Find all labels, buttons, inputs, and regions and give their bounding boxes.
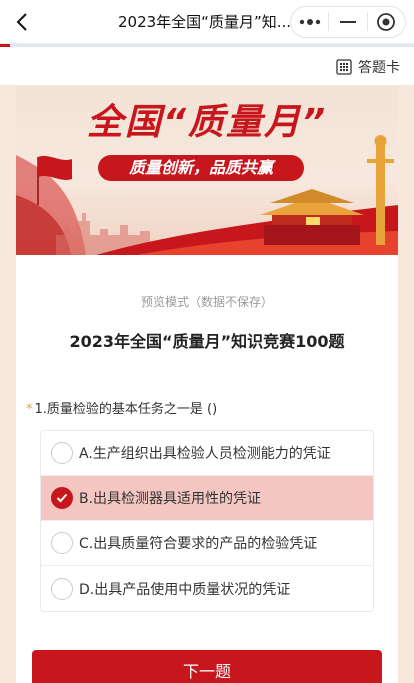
option-b[interactable]: B.出具检测器具适用性的凭证 [41, 476, 373, 521]
minimize-icon [340, 21, 356, 23]
more-dots-icon [299, 19, 320, 25]
radio-unchecked-icon[interactable] [51, 442, 73, 464]
close-button[interactable] [368, 7, 405, 37]
banner-slogan: 质量创新，品质共赢 [98, 155, 304, 181]
minimize-button[interactable] [329, 7, 366, 37]
options-list: A.生产组织出具检验人员检测能力的凭证 B.出具检测器具适用性的凭证 C.出具质… [40, 430, 374, 612]
option-label: C.出具质量符合要求的产品的检验凭证 [79, 536, 318, 552]
radio-checked-icon[interactable] [51, 487, 73, 509]
question-text: * 1.质量检验的基本任务之一是 () [26, 398, 386, 417]
radio-unchecked-icon[interactable] [51, 532, 73, 554]
grid-icon [336, 59, 352, 75]
tiananmen-illustration [260, 189, 364, 245]
option-d[interactable]: D.出具产品使用中质量状况的凭证 [41, 566, 373, 611]
question-label: 1.质量检验的基本任务之一是 () [34, 402, 218, 417]
mini-program-capsule [290, 6, 406, 38]
chevron-left-icon [16, 13, 27, 31]
quality-month-banner: 全国“质量月” 质量创新，品质共赢 [16, 85, 398, 255]
checkmark-icon [56, 493, 68, 503]
option-label: A.生产组织出具检验人员检测能力的凭证 [79, 446, 331, 462]
answer-card-label: 答题卡 [358, 60, 400, 76]
more-button[interactable] [291, 7, 328, 37]
answer-card-bar: 答题卡 [0, 47, 414, 85]
page-title: 2023年全国“质量月”知... [118, 13, 292, 31]
quiz-card: 全国“质量月” 质量创新，品质共赢 预览模式（数据不保存） 2023年全国“质量… [16, 85, 398, 683]
option-label: B.出具检测器具适用性的凭证 [79, 491, 262, 507]
back-button[interactable] [8, 8, 36, 36]
radio-unchecked-icon[interactable] [51, 577, 73, 600]
quiz-title: 2023年全国“质量月”知识竞赛100题 [69, 332, 345, 351]
answer-card-button[interactable]: 答题卡 [336, 57, 400, 77]
option-c[interactable]: C.出具质量符合要求的产品的检验凭证 [41, 521, 373, 566]
preview-mode-note: 预览模式（数据不保存） [140, 295, 273, 309]
option-label: D.出具产品使用中质量状况的凭证 [79, 581, 291, 598]
top-nav-bar: 2023年全国“质量月”知... [0, 0, 414, 44]
next-question-button[interactable]: 下一题 [32, 650, 382, 683]
banner-headline: 全国“质量月” [86, 102, 328, 143]
option-a[interactable]: A.生产组织出具检验人员检测能力的凭证 [41, 431, 373, 476]
target-close-icon [377, 13, 396, 31]
required-mark: * [26, 402, 33, 417]
